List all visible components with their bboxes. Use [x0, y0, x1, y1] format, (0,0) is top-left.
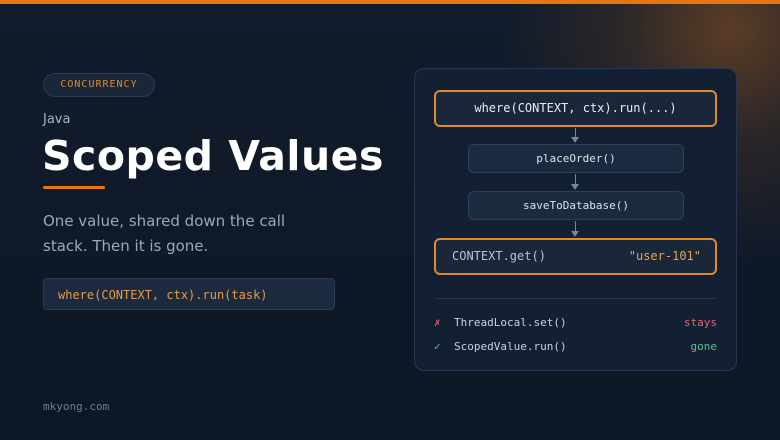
cross-icon: ✗ — [434, 316, 441, 329]
panel-divider — [434, 298, 717, 299]
diagram-node-save-to-database: saveToDatabase() — [468, 191, 684, 220]
context-get-value: "user-101" — [628, 249, 701, 263]
flow-arrow-head-1 — [571, 137, 579, 143]
title-underline — [43, 186, 105, 189]
language-label: Java — [43, 112, 71, 127]
flow-arrow-head-2 — [571, 184, 579, 190]
flow-arrow-line-3 — [575, 221, 576, 231]
page-title: Scoped Values — [42, 132, 384, 180]
status-gone: gone — [690, 340, 718, 353]
comparison-row-threadlocal: ✗ ThreadLocal.set() stays — [434, 316, 717, 332]
accent-top-bar — [0, 0, 780, 4]
description-text: One value, shared down the call stack. T… — [43, 212, 286, 255]
site-footer: mkyong.com — [43, 400, 110, 413]
context-get-call: CONTEXT.get() — [452, 249, 546, 263]
flow-arrow-line-1 — [575, 128, 576, 137]
diagram-node-place-order: placeOrder() — [468, 144, 684, 173]
category-badge: CONCURRENCY — [43, 73, 155, 97]
diagram-node-where: where(CONTEXT, ctx).run(...) — [434, 90, 717, 127]
comparison-row-scopedvalue: ✓ ScopedValue.run() gone — [434, 340, 717, 356]
code-snippet: where(CONTEXT, ctx).run(task) — [43, 278, 335, 310]
flow-arrow-line-2 — [575, 174, 576, 184]
status-stays: stays — [683, 316, 717, 329]
comparison-label: ScopedValue.run() — [454, 340, 567, 353]
check-icon: ✓ — [434, 340, 441, 353]
flow-arrow-head-3 — [571, 231, 579, 237]
comparison-label: ThreadLocal.set() — [454, 316, 567, 329]
diagram-node-context-get: CONTEXT.get() "user-101" — [434, 238, 717, 275]
